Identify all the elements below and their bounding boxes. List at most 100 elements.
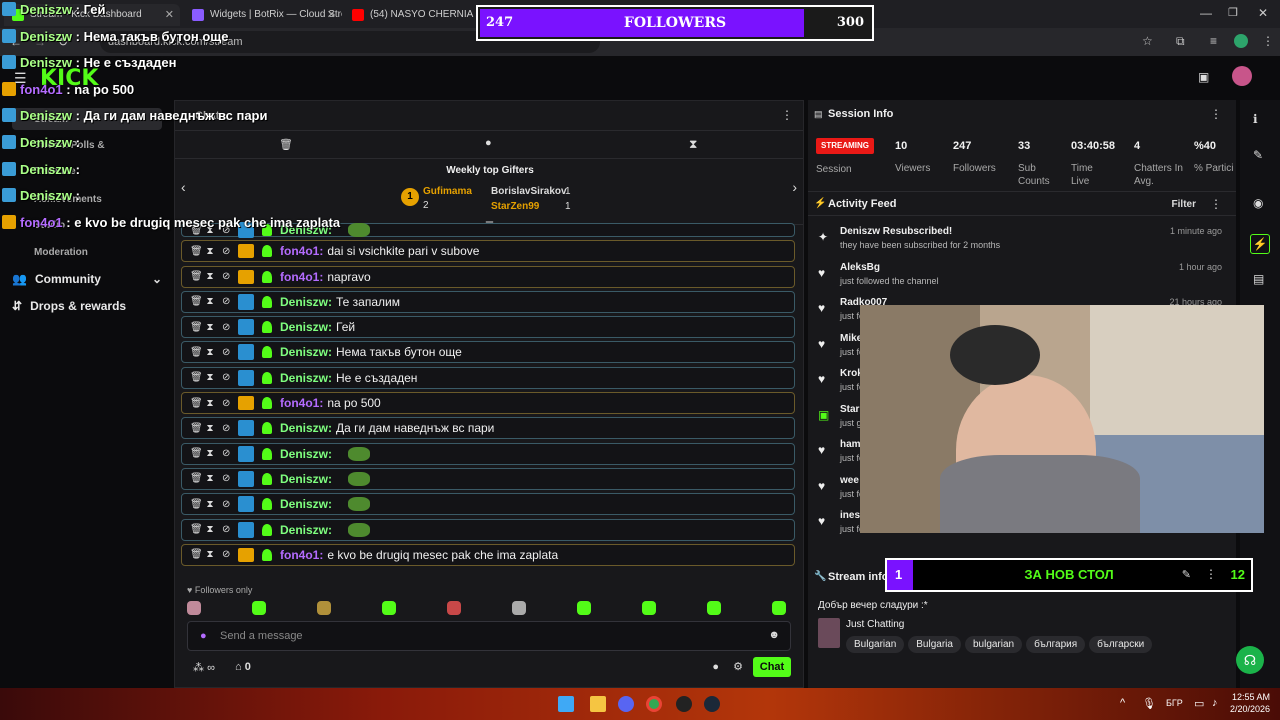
user-avatar[interactable] — [1232, 66, 1252, 86]
chat-username[interactable]: Deniszw: — [280, 523, 332, 537]
obs-icon[interactable] — [676, 696, 692, 712]
ban-icon[interactable]: ⊘ — [222, 398, 230, 409]
chat-message[interactable]: 🗑 ⧗ ⊘ Deniszw: Нема такъв бутон още — [181, 341, 795, 364]
delete-message-icon[interactable]: 🗑 — [190, 246, 203, 257]
ban-icon[interactable]: ⊘ — [222, 296, 230, 307]
chat-username[interactable]: Deniszw: — [280, 472, 332, 486]
chat-bubble-icon[interactable]: ● — [712, 661, 719, 673]
chrome-icon[interactable] — [646, 696, 662, 712]
discord-icon[interactable] — [618, 696, 634, 712]
camera-icon[interactable]: ▣ — [1198, 70, 1209, 84]
page-icon[interactable]: ▤ — [1253, 272, 1267, 286]
ban-icon[interactable]: ⊘ — [222, 524, 230, 535]
ban-icon[interactable]: ⊘ — [222, 423, 230, 434]
delete-message-icon[interactable]: 🗑 — [190, 296, 203, 307]
stream-tag[interactable]: bulgarian — [964, 636, 1023, 653]
infinite-points[interactable]: ⁂ ∞ — [193, 661, 215, 674]
emote-icon[interactable] — [642, 601, 656, 615]
stream-tag[interactable]: български — [1089, 636, 1153, 653]
emote-icon[interactable] — [317, 601, 331, 615]
chat-message[interactable]: 🗑 ⧗ ⊘ Deniszw: Не е създаден — [181, 366, 795, 389]
network-icon[interactable]: ▭ — [1194, 697, 1204, 710]
delete-message-icon[interactable]: 🗑 — [190, 524, 203, 535]
chat-message[interactable]: 🗑 ⧗ ⊘ fon4o1: dai si vsichkite pari v subove — [181, 240, 795, 263]
category-thumbnail[interactable] — [818, 618, 840, 648]
timeout-icon[interactable]: ⧗ — [206, 448, 214, 459]
profile-avatar[interactable] — [1234, 34, 1248, 48]
ban-icon[interactable]: ⊘ — [222, 246, 230, 257]
delete-message-icon[interactable]: 🗑 — [190, 549, 203, 560]
gifter-name[interactable]: BorislavSirakov — [491, 186, 567, 197]
ban-icon[interactable]: ⊘ — [222, 499, 230, 510]
timeout-icon[interactable]: ⧗ — [206, 296, 214, 307]
timeout-icon[interactable]: ⧗ — [206, 271, 214, 282]
stream-tag[interactable]: българия — [1026, 636, 1086, 653]
activity-item[interactable]: ♥ AleksBg just followed the channel 1 hour … — [816, 262, 1226, 292]
camera-icon[interactable]: ◉ — [1253, 196, 1267, 210]
chat-bubble-icon[interactable]: ● — [485, 137, 492, 149]
chat-message[interactable]: 🗑 ⧗ ⊘ Deniszw: Те запалим — [181, 290, 795, 313]
steam-icon[interactable] — [704, 696, 720, 712]
chat-message[interactable]: 🗑 ⧗ ⊘ Deniszw: — [181, 493, 795, 516]
emote-icon[interactable] — [512, 601, 526, 615]
timeout-icon[interactable]: ⧗ — [206, 322, 214, 333]
delete-message-icon[interactable]: 🗑 — [190, 372, 203, 383]
ban-icon[interactable]: ⊘ — [222, 549, 230, 560]
prev-arrow-icon[interactable]: ‹ — [181, 179, 186, 195]
emote-icon[interactable] — [577, 601, 591, 615]
emote-icon[interactable] — [252, 601, 266, 615]
timeout-icon[interactable]: ⧗ — [206, 549, 214, 560]
category-name[interactable]: Just Chatting — [846, 619, 904, 630]
chat-message[interactable]: 🗑 ⧗ ⊘ Deniszw: Да ги дам наведнъж вс пари — [181, 417, 795, 440]
chat-username[interactable]: fon4o1: — [280, 270, 323, 284]
hourglass-icon[interactable]: ⧗ — [689, 137, 697, 152]
chat-username[interactable]: Deniszw: — [280, 497, 332, 511]
tab-botrix-widgets[interactable]: Widgets | BotRix — Cloud Strea ✕ — [184, 4, 342, 26]
delete-message-icon[interactable]: 🗑 — [190, 347, 203, 358]
timeout-icon[interactable]: ⧗ — [206, 473, 214, 484]
chat-username[interactable]: fon4o1: — [280, 548, 323, 562]
sidebar-item-community[interactable]: 👥 Community ⌄ — [12, 268, 162, 290]
chat-menu-icon[interactable]: ⋮ — [781, 108, 793, 122]
chat-message[interactable]: 🗑 ⧗ ⊘ fon4o1: e kvo be drugiq mesec pak che … — [181, 543, 795, 566]
session-menu-icon[interactable]: ⋮ — [1210, 107, 1222, 121]
extensions-icon[interactable]: ⧉ — [1176, 34, 1185, 49]
lightning-icon[interactable]: ⚡ — [1250, 234, 1270, 254]
ban-icon[interactable]: ⊘ — [222, 271, 230, 282]
info-icon[interactable]: ℹ — [1253, 112, 1267, 126]
emote-icon[interactable] — [382, 601, 396, 615]
delete-message-icon[interactable]: 🗑 — [190, 499, 203, 510]
chat-message[interactable]: 🗑 ⧗ ⊘ fon4o1: na po 500 — [181, 392, 795, 415]
ban-icon[interactable]: ⊘ — [222, 473, 230, 484]
delete-message-icon[interactable]: 🗑 — [190, 322, 203, 333]
activity-menu-icon[interactable]: ⋮ — [1210, 197, 1222, 211]
activity-filter-button[interactable]: Filter — [1172, 199, 1196, 210]
stream-tag[interactable]: Bulgaria — [908, 636, 961, 653]
chat-message[interactable]: 🗑 ⧗ ⊘ Deniszw: Гей — [181, 316, 795, 339]
chat-username[interactable]: Deniszw: — [280, 447, 332, 461]
emote-icon[interactable] — [772, 601, 786, 615]
file-explorer-icon[interactable] — [590, 696, 606, 712]
close-tab-icon[interactable]: ✕ — [327, 8, 336, 21]
trash-icon[interactable]: 🗑 — [279, 138, 293, 151]
emote-icon[interactable] — [447, 601, 461, 615]
chat-username[interactable]: Deniszw: — [280, 320, 332, 334]
emote-icon[interactable] — [707, 601, 721, 615]
ban-icon[interactable]: ⊘ — [222, 372, 230, 383]
chat-username[interactable]: fon4o1: — [280, 396, 323, 410]
delete-message-icon[interactable]: 🗑 — [190, 398, 203, 409]
bookmark-star-icon[interactable]: ☆ — [1142, 34, 1153, 48]
settings-gear-icon[interactable]: ⚙ — [733, 660, 743, 673]
ban-icon[interactable]: ⊘ — [222, 347, 230, 358]
windows-start-icon[interactable] — [558, 696, 574, 712]
delete-message-icon[interactable]: 🗑 — [190, 448, 203, 459]
pen-icon[interactable]: ✎ — [1253, 148, 1267, 162]
edit-pencil-icon[interactable]: ✎ — [1182, 568, 1191, 581]
sidebar-item-moderation[interactable]: Moderation — [12, 241, 162, 263]
timeout-icon[interactable]: ⧗ — [206, 499, 214, 510]
delete-message-icon[interactable]: 🗑 — [190, 423, 203, 434]
mic-icon[interactable]: ● — [200, 630, 207, 642]
chat-username[interactable]: Deniszw: — [280, 371, 332, 385]
emote-icon[interactable] — [187, 601, 201, 615]
tray-chevron-icon[interactable]: ^ — [1120, 697, 1125, 709]
